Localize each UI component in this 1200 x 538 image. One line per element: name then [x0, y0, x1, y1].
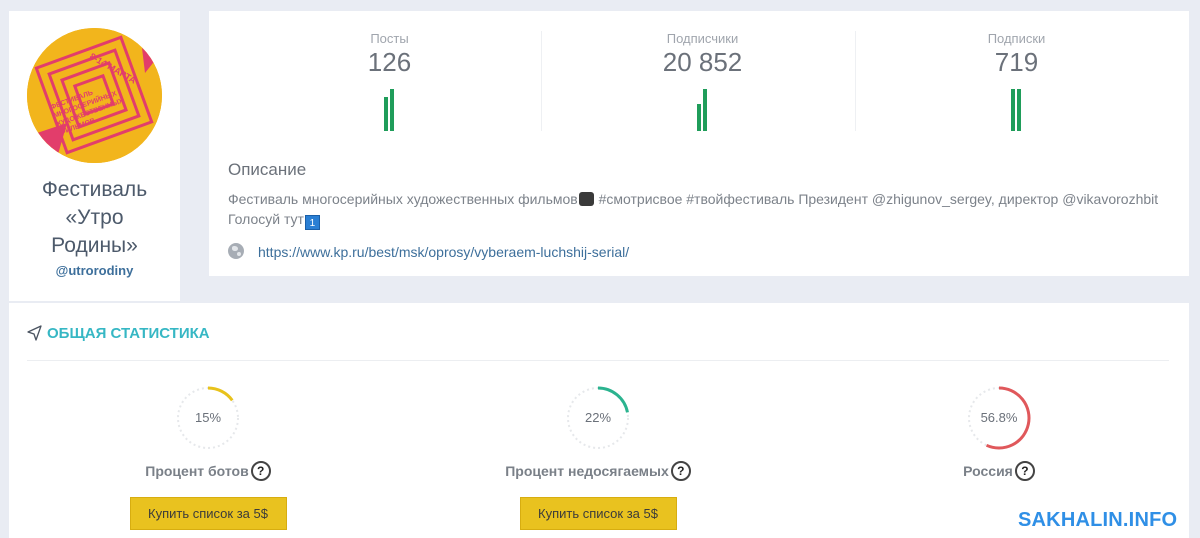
buy-list-button[interactable]: Купить список за 5$: [519, 497, 677, 530]
stat-followers: Подписчики 20 852: [546, 31, 859, 131]
sparkline-bar: [384, 97, 388, 131]
sparkline-bar: [1011, 89, 1015, 131]
divider: [855, 31, 856, 131]
gauge-value: 15%: [194, 410, 222, 425]
general-stats-card: ОБЩАЯ СТАТИСТИКА 15% Процент ботов ? Куп…: [9, 303, 1189, 538]
description-text-part: #смотрисвое #твойфестиваль Президент @zh…: [594, 191, 1159, 207]
profile-handle[interactable]: @utrorodiny: [9, 263, 180, 278]
stat-sparkline: [697, 78, 709, 131]
profile-name: Фестиваль «Утро Родины»: [41, 178, 148, 257]
metric-bots: 15% Процент ботов ? Купить список за 5$: [58, 383, 358, 530]
help-icon[interactable]: ?: [670, 461, 691, 481]
stat-label: Подписчики: [666, 31, 739, 46]
stat-value: 719: [994, 47, 1039, 77]
website-link[interactable]: https://www.kp.ru/best/msk/oprosy/vybera…: [258, 244, 629, 260]
divider: [541, 31, 542, 131]
festival-logo-image: 8-14 МАРТА ФЕСТИВАЛЬ МНОГОСЕРИЙНЫХ ХУДОЖ…: [27, 28, 162, 163]
metric-label: Процент недосягаемых: [505, 463, 669, 479]
stat-posts: Посты 126: [233, 31, 546, 131]
globe-icon: [228, 243, 244, 259]
description-text-part: Фестиваль многосерийных художественных ф…: [228, 191, 578, 207]
stat-following: Подписки 719: [860, 31, 1173, 131]
keycap-one-icon: 1: [304, 215, 320, 230]
description-text-part: Голосуй тут: [228, 211, 304, 227]
stat-value: 126: [367, 47, 412, 77]
sparkline-bar: [697, 104, 701, 131]
metric-russia: 56.8% Россия ?: [849, 383, 1149, 481]
help-icon[interactable]: ?: [1014, 461, 1035, 481]
film-camera-icon: [578, 192, 594, 206]
help-icon[interactable]: ?: [250, 461, 271, 481]
metric-label-row: Процент ботов ?: [145, 461, 271, 481]
gauge-value: 22%: [584, 410, 612, 425]
watermark: SAKHALIN.INFO: [1018, 509, 1178, 531]
metric-unreachable: 22% Процент недосягаемых ? Купить список…: [448, 383, 748, 530]
profile-card: 8-14 МАРТА ФЕСТИВАЛЬ МНОГОСЕРИЙНЫХ ХУДОЖ…: [9, 11, 180, 301]
description-title: Описание: [228, 160, 307, 179]
stat-sparkline: [384, 78, 396, 131]
metric-label-row: Россия ?: [963, 461, 1035, 481]
sparkline-bar: [390, 89, 394, 131]
sparkline-bar: [703, 89, 707, 131]
sparkline-bar: [1017, 89, 1021, 131]
gauge-russia: 56.8%: [964, 383, 1034, 453]
stat-sparkline: [1011, 78, 1023, 131]
gauge-bots: 15%: [173, 383, 243, 453]
stat-label: Подписки: [987, 31, 1046, 46]
gauge-unreachable: 22%: [563, 383, 633, 453]
send-icon: [27, 325, 42, 341]
gauge-value: 56.8%: [980, 410, 1018, 425]
stat-value: 20 852: [662, 47, 743, 77]
metric-label: Процент ботов: [145, 463, 249, 479]
metric-label: Россия: [963, 463, 1013, 479]
section-divider: [27, 360, 1169, 361]
avatar[interactable]: 8-14 МАРТА ФЕСТИВАЛЬ МНОГОСЕРИЙНЫХ ХУДОЖ…: [27, 28, 162, 163]
buy-list-button[interactable]: Купить список за 5$: [129, 497, 287, 530]
description-text: Фестиваль многосерийных художественных ф…: [228, 189, 1178, 230]
section-title: ОБЩАЯ СТАТИСТИКА: [47, 325, 210, 342]
stat-label: Посты: [370, 31, 409, 46]
profile-info-card: Посты 126 Подписчики 20 852 Подписки 719…: [209, 11, 1189, 276]
metric-label-row: Процент недосягаемых ?: [505, 461, 691, 481]
